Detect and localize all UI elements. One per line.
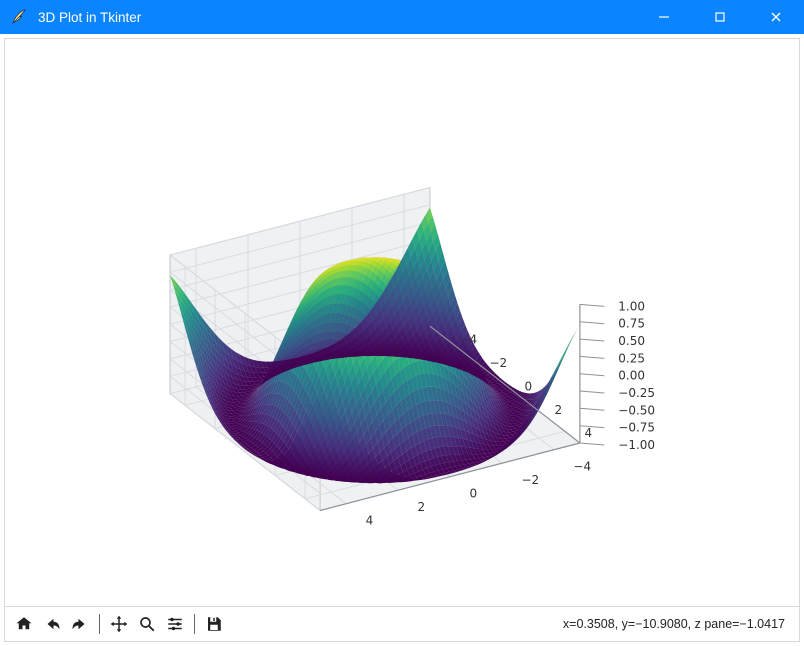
- svg-text:0.25: 0.25: [618, 351, 645, 365]
- pan-button[interactable]: [106, 611, 132, 637]
- plot-canvas[interactable]: −4 −2 0 2 4 −4 −2 0 2 4 −1.00 −0.75 −0.50 −0.25 0.00 0.…: [4, 38, 800, 607]
- forward-button[interactable]: [67, 611, 93, 637]
- close-button[interactable]: [748, 0, 804, 34]
- minimize-button[interactable]: [636, 0, 692, 34]
- toolbar-separator: [194, 614, 195, 634]
- svg-text:2: 2: [554, 403, 562, 417]
- svg-text:4: 4: [584, 426, 592, 440]
- svg-text:0.00: 0.00: [618, 369, 645, 383]
- mpl-toolbar: x=0.3508, y=−10.9080, z pane=−1.0417: [4, 607, 800, 642]
- app-window: 3D Plot in Tkinter −4 −2 0 2 4 −4 −2 0 2 4 −1.00 −0…: [0, 0, 804, 646]
- window-controls: [636, 0, 804, 34]
- svg-text:−0.50: −0.50: [618, 403, 655, 417]
- save-button[interactable]: [201, 611, 227, 637]
- svg-text:0: 0: [524, 380, 532, 394]
- svg-text:−0.25: −0.25: [618, 386, 655, 400]
- svg-text:2: 2: [418, 500, 426, 514]
- svg-text:−1.00: −1.00: [618, 438, 655, 452]
- svg-text:−2: −2: [522, 473, 540, 487]
- svg-text:1.00: 1.00: [618, 299, 645, 313]
- window-title: 3D Plot in Tkinter: [38, 10, 141, 25]
- configure-subplots-button[interactable]: [162, 611, 188, 637]
- svg-text:0.75: 0.75: [618, 317, 645, 331]
- svg-text:−4: −4: [573, 459, 591, 473]
- svg-text:−2: −2: [489, 356, 507, 370]
- back-button[interactable]: [39, 611, 65, 637]
- toolbar-separator: [99, 614, 100, 634]
- maximize-button[interactable]: [692, 0, 748, 34]
- title-bar: 3D Plot in Tkinter: [0, 0, 804, 34]
- svg-text:4: 4: [366, 513, 374, 527]
- svg-text:−4: −4: [459, 333, 477, 347]
- feather-icon: [10, 8, 28, 26]
- home-button[interactable]: [11, 611, 37, 637]
- svg-text:0.50: 0.50: [618, 334, 645, 348]
- zoom-button[interactable]: [134, 611, 160, 637]
- svg-text:0: 0: [470, 486, 478, 500]
- cursor-status: x=0.3508, y=−10.9080, z pane=−1.0417: [563, 617, 793, 631]
- svg-text:−0.75: −0.75: [618, 421, 655, 435]
